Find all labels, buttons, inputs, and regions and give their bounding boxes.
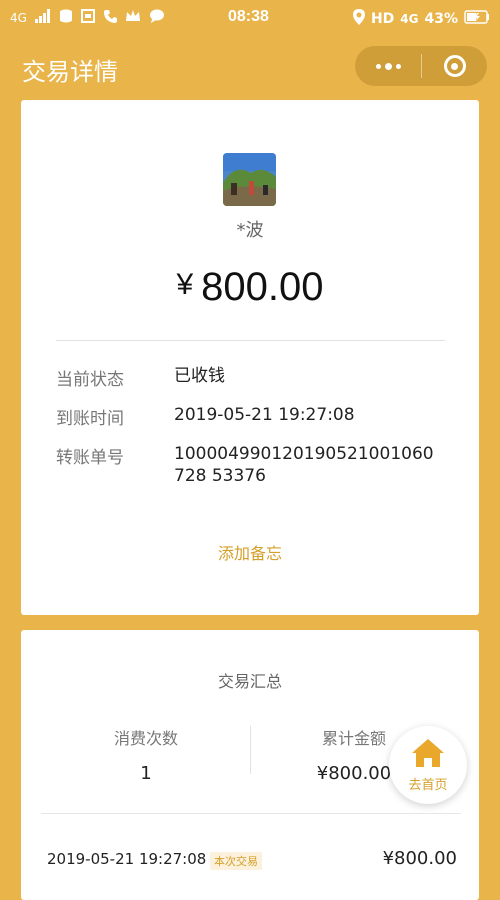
network-label: 4G	[10, 11, 27, 25]
go-home-label: 去首页	[408, 777, 448, 793]
amount-value: 800.00	[201, 265, 324, 309]
divider	[56, 340, 445, 341]
hd-label: HD	[370, 11, 395, 27]
card-icon	[80, 9, 95, 27]
transaction-card: *波 ¥800.00 当前状态 已收钱 到账时间 2019-05-21 19:2…	[21, 100, 479, 615]
stat-label: 消费次数	[113, 729, 178, 748]
detail-value: 100004990120190521001060728 53376	[174, 444, 434, 486]
signal-icon	[34, 9, 51, 27]
battery-percent: 43%	[424, 11, 458, 27]
divider	[41, 813, 461, 814]
detail-value: 2019-05-21 19:27:08	[174, 405, 355, 425]
crown-icon	[125, 9, 141, 27]
more-options-button[interactable]	[355, 46, 421, 86]
stat-value: 1	[140, 763, 152, 784]
transaction-amount: ¥800.00	[21, 265, 479, 310]
home-icon	[411, 738, 445, 772]
payer-name: *波	[236, 220, 264, 241]
dot-icon	[384, 62, 392, 70]
mini-program-capsule	[355, 46, 487, 86]
dot-icon	[375, 63, 381, 69]
battery-icon	[464, 10, 490, 28]
current-transaction-badge: 本次交易	[210, 852, 262, 870]
chat-bubble-icon	[149, 9, 165, 27]
add-note-link[interactable]: 添加备忘	[21, 540, 479, 564]
go-home-button[interactable]: 去首页	[389, 726, 467, 804]
phone-icon	[103, 9, 117, 27]
status-left-icons: 4G	[10, 9, 165, 27]
dot-icon	[395, 63, 401, 69]
detail-label: 到账时间	[56, 409, 124, 429]
detail-label: 当前状态	[56, 370, 124, 390]
status-right-icons: HD 4G 43%	[352, 9, 490, 29]
detail-value: 已收钱	[174, 366, 225, 386]
record-amount: ¥800.00	[382, 848, 457, 869]
location-icon	[352, 9, 365, 29]
list-item[interactable]: 2019-05-21 19:27:08 本次交易 ¥800.00	[47, 848, 457, 872]
detail-label: 转账单号	[56, 448, 124, 468]
summary-title: 交易汇总	[217, 672, 282, 691]
stat-count: 消费次数 1	[41, 725, 251, 784]
currency-symbol: ¥	[176, 268, 194, 301]
avatar	[223, 153, 276, 206]
page-title: 交易详情	[22, 58, 118, 86]
target-icon	[443, 55, 466, 77]
close-mini-program-button[interactable]	[422, 46, 487, 86]
record-date: 2019-05-21 19:27:08	[47, 850, 207, 868]
database-icon	[59, 9, 73, 27]
clock: 08:38	[228, 8, 269, 25]
network-label-right: 4G	[400, 12, 419, 26]
status-bar: 4G 08:38 HD 4G 43%	[0, 0, 500, 36]
